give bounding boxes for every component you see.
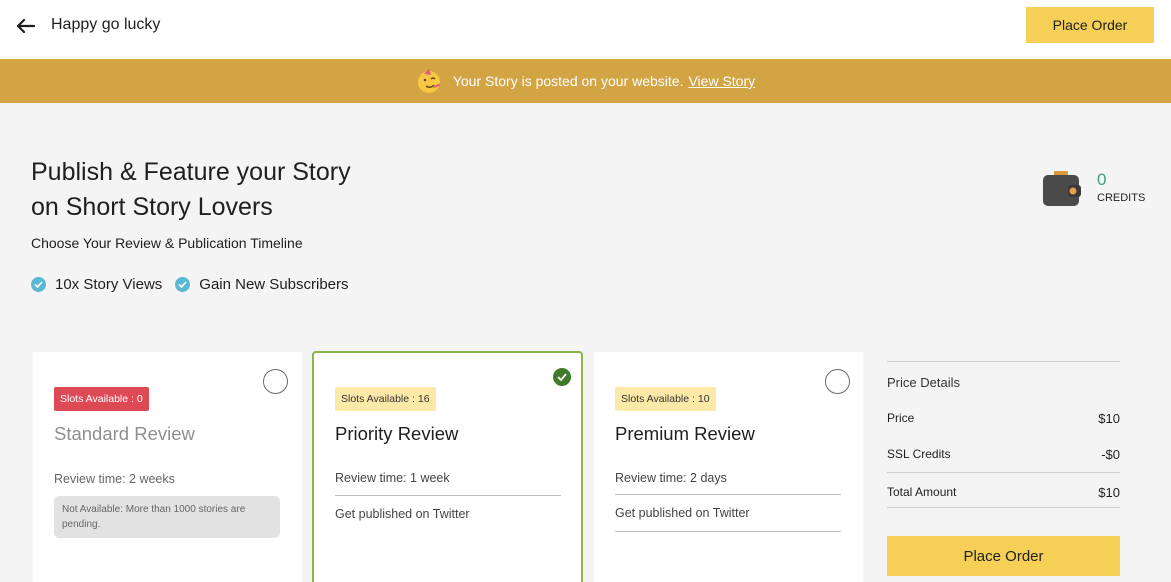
heading-line-2: on Short Story Lovers — [31, 193, 273, 221]
place-order-button-top[interactable]: Place Order — [1026, 7, 1154, 43]
place-order-button[interactable]: Place Order — [887, 536, 1120, 576]
credits-label: CREDITS — [1097, 192, 1146, 204]
credits-value: 0 — [1097, 170, 1107, 189]
review-time: Review time: 1 week — [335, 471, 450, 485]
top-bar: Happy go lucky Place Order — [0, 0, 1171, 59]
banner-message: Your Story is posted on your website. — [452, 73, 684, 89]
feature-label: 10x Story Views — [55, 276, 163, 293]
divider — [615, 531, 841, 532]
success-banner: Your Story is posted on your website. Vi… — [0, 59, 1171, 103]
slots-badge: Slots Available : 16 — [335, 387, 436, 411]
plan-name: Premium Review — [615, 423, 755, 444]
story-title: Happy go lucky — [51, 16, 161, 33]
unavailable-note: Not Available: More than 1000 stories ar… — [54, 496, 280, 538]
price-details-title: Price Details — [887, 375, 960, 390]
plan-radio[interactable] — [263, 369, 288, 394]
check-circle-icon — [175, 277, 191, 292]
page-heading: Publish & Feature your Story on Short St… — [31, 155, 351, 225]
plan-perk: Get published on Twitter — [335, 507, 470, 521]
slots-badge: Slots Available : 10 — [615, 387, 716, 411]
check-circle-icon[interactable] — [553, 368, 571, 386]
plan-card-priority[interactable]: Slots Available : 16 Priority Review Rev… — [312, 351, 583, 582]
ssl-credits-value: -$0 — [1101, 447, 1120, 462]
feature-list: 10x Story Views Gain New Subscribers — [31, 276, 362, 293]
feature-item: 10x Story Views — [31, 276, 162, 293]
back-arrow-icon[interactable] — [14, 14, 38, 38]
total-amount-label: Total Amount — [887, 485, 957, 499]
check-circle-icon — [31, 277, 46, 292]
divider — [615, 494, 841, 495]
heading-line-1: Publish & Feature your Story — [31, 158, 351, 186]
plan-name: Priority Review — [335, 423, 459, 444]
page-subheading: Choose Your Review & Publication Timelin… — [31, 235, 303, 251]
plan-radio[interactable] — [825, 369, 850, 394]
feature-label: Gain New Subscribers — [199, 276, 349, 293]
total-amount-value: $10 — [1098, 485, 1120, 500]
wallet-icon — [1042, 170, 1082, 208]
divider — [887, 507, 1120, 508]
price-label: Price — [887, 411, 915, 425]
plan-perk: Get published on Twitter — [615, 506, 750, 520]
ssl-credits-label: SSL Credits — [887, 447, 951, 461]
view-story-link[interactable]: View Story — [688, 73, 755, 89]
plan-card-standard[interactable]: Slots Available : 0 Standard Review Revi… — [33, 352, 302, 582]
review-time: Review time: 2 weeks — [54, 472, 175, 486]
divider — [887, 472, 1120, 473]
price-value: $10 — [1098, 411, 1120, 426]
review-time: Review time: 2 days — [615, 471, 727, 485]
divider — [335, 495, 561, 496]
party-emoji-icon — [416, 68, 442, 94]
slots-badge: Slots Available : 0 — [54, 387, 149, 411]
feature-item: Gain New Subscribers — [175, 276, 349, 293]
divider — [887, 361, 1120, 362]
plan-name: Standard Review — [54, 423, 195, 444]
plan-card-premium[interactable]: Slots Available : 10 Premium Review Revi… — [594, 352, 863, 582]
